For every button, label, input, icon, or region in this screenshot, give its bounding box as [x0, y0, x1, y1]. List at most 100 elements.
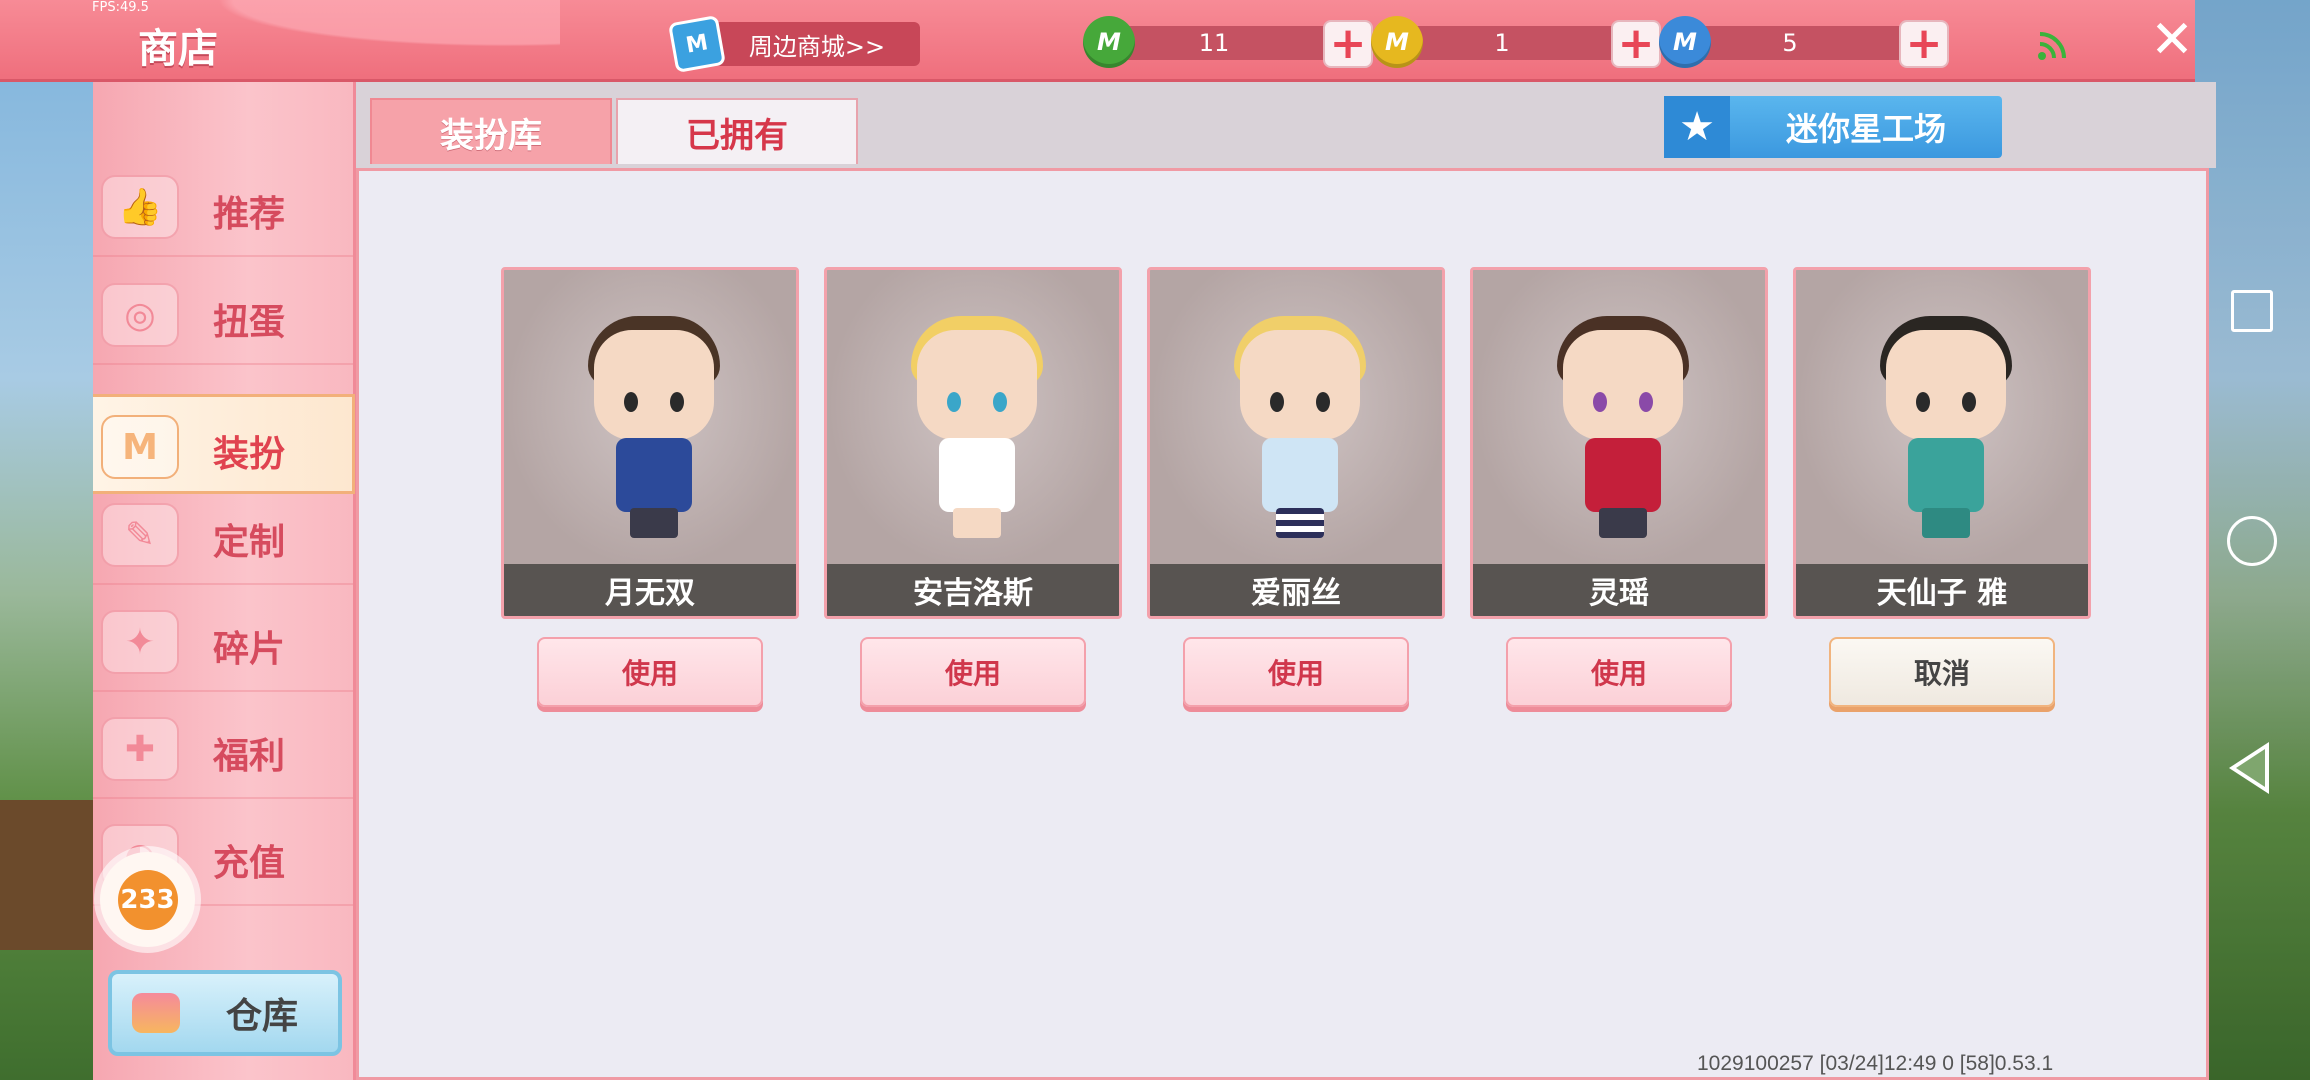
thumbs-up-icon: 👍: [101, 175, 179, 239]
tab-outfit-library[interactable]: 装扮库: [370, 98, 612, 164]
currency-mini-coin: M 5 +: [1659, 16, 1949, 68]
character-eye: [1593, 392, 1607, 412]
sidebar-item-label: 碎片: [213, 629, 286, 670]
character-legs: [1276, 508, 1324, 538]
character-legs: [1922, 508, 1970, 538]
green-bean-icon: M: [1083, 16, 1135, 68]
skin-card[interactable]: 天仙子 雅: [1793, 267, 2091, 619]
gacha-icon: ◎: [101, 283, 179, 347]
skin-portrait: [1796, 270, 2088, 570]
character-figure: [1543, 300, 1703, 540]
tab-strip: 装扮库 已拥有 ★ 迷你星工场: [356, 82, 2216, 168]
character-body: [1585, 438, 1661, 512]
use-button[interactable]: 使用: [1183, 637, 1409, 707]
character-figure: [1220, 300, 1380, 540]
recent-apps-icon[interactable]: [2231, 290, 2273, 332]
close-icon[interactable]: ✕: [2148, 14, 2196, 66]
shopping-bag-icon: M: [668, 15, 726, 73]
customize-icon: ✎: [101, 503, 179, 567]
signal-icon: [2038, 32, 2066, 60]
character-eye: [1962, 392, 1976, 412]
sidebar-item-label: 定制: [213, 522, 286, 563]
currency-green-bean: M 11 +: [1083, 16, 1373, 68]
fragment-icon: ✦: [101, 610, 179, 674]
character-eye: [1270, 392, 1284, 412]
floating-badge[interactable]: 233: [100, 852, 195, 947]
skin-portrait: [1473, 270, 1765, 570]
skin-grid: 月无双 使用 安吉洛斯 使用 爱丽丝 使用 灵瑶 使用 天仙子 雅 取消: [356, 168, 2209, 1080]
sidebar-item-label: 充值: [213, 843, 286, 884]
top-bar-decoration: [0, 0, 560, 82]
character-eye: [993, 392, 1007, 412]
home-icon[interactable]: [2227, 516, 2277, 566]
add-green-bean-button[interactable]: +: [1323, 20, 1373, 68]
sidebar-item-label: 装扮: [213, 434, 286, 475]
use-button[interactable]: 使用: [1506, 637, 1732, 707]
skin-card[interactable]: 灵瑶: [1470, 267, 1768, 619]
skin-card[interactable]: 爱丽丝: [1147, 267, 1445, 619]
character-body: [1908, 438, 1984, 512]
sidebar-item-recommend[interactable]: 👍 推荐: [93, 157, 353, 257]
skin-name: 天仙子 雅: [1796, 564, 2088, 616]
character-legs: [953, 508, 1001, 538]
warehouse-label: 仓库: [226, 996, 299, 1037]
sidebar-item-fragment[interactable]: ✦ 碎片: [93, 592, 353, 692]
merch-store-button[interactable]: M 周边商城>>: [668, 15, 920, 73]
mini-star-workshop-button[interactable]: ★ 迷你星工场: [1664, 96, 2002, 158]
skin-portrait: [1150, 270, 1442, 570]
character-eye: [624, 392, 638, 412]
sidebar-item-gacha[interactable]: ◎ 扭蛋: [93, 265, 353, 365]
sidebar-item-label: 扭蛋: [213, 302, 286, 343]
skin-card[interactable]: 月无双: [501, 267, 799, 619]
merch-store-label: 周边商城>>: [714, 22, 920, 66]
character-legs: [630, 508, 678, 538]
gift-icon: ✚: [101, 717, 179, 781]
currency-value: 11: [1109, 26, 1339, 60]
page-title: 商店: [138, 26, 218, 72]
character-figure: [897, 300, 1057, 540]
back-icon[interactable]: [2229, 742, 2269, 794]
add-mini-coin-button[interactable]: +: [1899, 20, 1949, 68]
character-body: [616, 438, 692, 512]
warehouse-icon: [132, 993, 180, 1033]
currency-value: 5: [1685, 26, 1915, 60]
sidebar-item-outfit[interactable]: M 装扮: [93, 394, 355, 494]
mini-coin-icon: M: [1659, 16, 1711, 68]
character-eye: [1916, 392, 1930, 412]
character-figure: [574, 300, 734, 540]
plus-icon: +: [1329, 18, 1367, 69]
skin-portrait: [504, 270, 796, 570]
star-icon: ★: [1664, 96, 1730, 158]
use-button[interactable]: 使用: [537, 637, 763, 707]
character-figure: [1866, 300, 2026, 540]
character-eye: [947, 392, 961, 412]
character-body: [939, 438, 1015, 512]
main-panel: 装扮库 已拥有 ★ 迷你星工场 月无双 使用 安吉洛斯 使用 爱丽丝 使用 灵瑶…: [356, 82, 2216, 1080]
sidebar-item-label: 福利: [213, 736, 286, 777]
character-eye: [1639, 392, 1653, 412]
skin-name: 灵瑶: [1473, 564, 1765, 616]
debug-info: 1029100257 [03/24]12:49 0 [58]0.53.1: [1697, 1052, 2054, 1075]
character-head: [1886, 330, 2006, 440]
character-head: [1240, 330, 1360, 440]
add-gold-coin-button[interactable]: +: [1611, 20, 1661, 68]
currency-value: 1: [1397, 26, 1627, 60]
skin-card[interactable]: 安吉洛斯: [824, 267, 1122, 619]
plus-icon: +: [1905, 18, 1943, 69]
character-eye: [670, 392, 684, 412]
sidebar-item-welfare[interactable]: ✚ 福利: [93, 699, 353, 799]
character-eye: [1316, 392, 1330, 412]
background-block: [0, 800, 93, 950]
character-head: [917, 330, 1037, 440]
currency-gold-coin: M 1 +: [1371, 16, 1661, 68]
cancel-button[interactable]: 取消: [1829, 637, 2055, 707]
tab-owned[interactable]: 已拥有: [616, 98, 858, 164]
plus-icon: +: [1617, 18, 1655, 69]
sidebar-item-label: 推荐: [213, 194, 286, 235]
fps-counter: FPS:49.5: [92, 0, 149, 15]
sidebar-item-customize[interactable]: ✎ 定制: [93, 485, 353, 585]
character-head: [1563, 330, 1683, 440]
warehouse-button[interactable]: 仓库: [108, 970, 342, 1056]
skin-name: 月无双: [504, 564, 796, 616]
use-button[interactable]: 使用: [860, 637, 1086, 707]
